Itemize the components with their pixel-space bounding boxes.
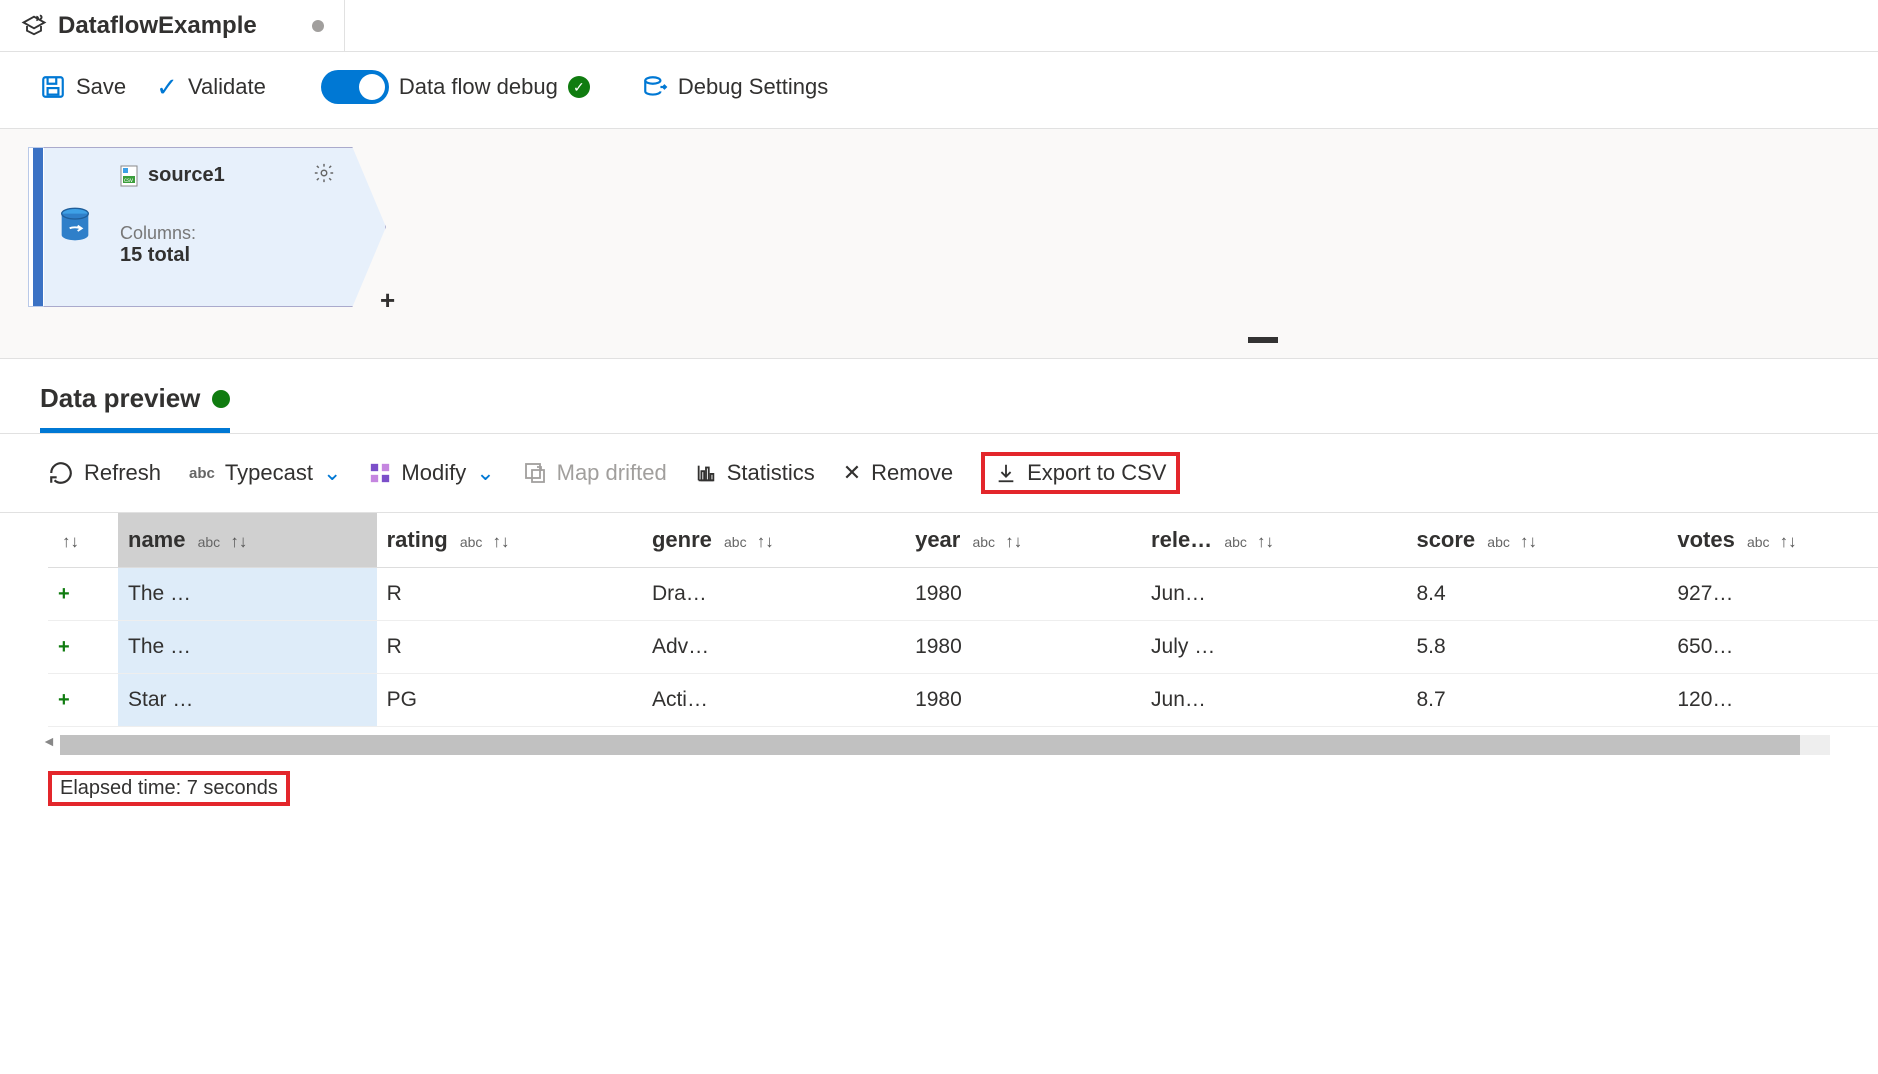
debug-settings-button[interactable]: Debug Settings (642, 74, 828, 100)
modify-icon (369, 462, 391, 484)
resize-handle[interactable] (1248, 337, 1278, 343)
page-title: DataflowExample (58, 12, 257, 40)
cell-year: 1980 (905, 674, 1141, 727)
modify-label: Modify (401, 460, 466, 486)
refresh-icon (48, 460, 74, 486)
cell-genre: Adv… (642, 621, 905, 674)
cell-score: 8.4 (1406, 568, 1667, 621)
source-node[interactable]: csv source1 Columns: 15 total (28, 147, 1850, 307)
breadcrumb-rest (344, 0, 1858, 51)
refresh-button[interactable]: Refresh (48, 460, 161, 486)
database-icon (59, 207, 91, 247)
export-csv-label: Export to CSV (1027, 460, 1166, 486)
gear-icon[interactable] (313, 162, 335, 184)
debug-settings-label: Debug Settings (678, 74, 828, 100)
modify-button[interactable]: Modify ⌄ (369, 460, 494, 486)
table-row[interactable]: + The …RDra…1980Jun…8.4927… (48, 568, 1878, 621)
cell-rating: R (377, 568, 642, 621)
preview-table: ↑↓ name abc ↑↓ rating abc ↑↓ genre abc ↑… (48, 513, 1878, 727)
checkmark-icon: ✓ (156, 72, 178, 103)
table-row[interactable]: + Star …PGActi…1980Jun…8.7120… (48, 674, 1878, 727)
column-header[interactable]: rating abc ↑↓ (377, 513, 642, 568)
statistics-button[interactable]: Statistics (695, 460, 815, 486)
tab-label: Data preview (40, 383, 200, 414)
cell-name: Star … (118, 674, 377, 727)
cell-year: 1980 (905, 568, 1141, 621)
column-header[interactable]: score abc ↑↓ (1406, 513, 1667, 568)
cell-release: Jun… (1141, 674, 1406, 727)
export-csv-button[interactable]: Export to CSV (981, 452, 1180, 494)
remove-icon: ✕ (843, 460, 861, 486)
csv-file-icon: csv (120, 165, 140, 187)
title-bar: DataflowExample (0, 0, 1878, 52)
debug-toggle-group: Data flow debug ✓ (296, 70, 590, 104)
cell-votes: 120… (1667, 674, 1878, 727)
status-green-icon (212, 390, 230, 408)
refresh-label: Refresh (84, 460, 161, 486)
status-ok-icon: ✓ (568, 76, 590, 98)
dataflow-icon (20, 12, 48, 40)
cell-votes: 650… (1667, 621, 1878, 674)
main-toolbar: Save ✓ Validate Data flow debug ✓ Debug … (0, 52, 1878, 129)
column-header[interactable]: rele… abc ↑↓ (1141, 513, 1406, 568)
expand-row-icon[interactable]: + (58, 689, 70, 711)
add-node-button[interactable]: + (380, 285, 395, 316)
debug-toggle[interactable] (321, 70, 389, 104)
row-sort-header[interactable]: ↑↓ (48, 513, 118, 568)
cell-genre: Acti… (642, 674, 905, 727)
column-header[interactable]: genre abc ↑↓ (642, 513, 905, 568)
statistics-icon (695, 462, 717, 484)
column-header[interactable]: name abc ↑↓ (118, 513, 377, 568)
statistics-label: Statistics (727, 460, 815, 486)
node-title: source1 (148, 164, 225, 187)
debug-label: Data flow debug (399, 74, 558, 100)
cell-score: 5.8 (1406, 621, 1667, 674)
cell-genre: Dra… (642, 568, 905, 621)
cell-rating: PG (377, 674, 642, 727)
unsaved-indicator-icon (312, 20, 324, 32)
remove-label: Remove (871, 460, 953, 486)
expand-row-icon[interactable]: + (58, 636, 70, 658)
abc-icon: abc (189, 465, 215, 482)
settings-export-icon (642, 74, 668, 100)
cell-name: The … (118, 621, 377, 674)
tab-data-preview[interactable]: Data preview (40, 383, 230, 433)
chevron-down-icon: ⌄ (323, 460, 341, 486)
map-drifted-label: Map drifted (557, 460, 667, 486)
typecast-button[interactable]: abc Typecast ⌄ (189, 460, 341, 486)
table-header-row: ↑↓ name abc ↑↓ rating abc ↑↓ genre abc ↑… (48, 513, 1878, 568)
expand-row-icon[interactable]: + (58, 583, 70, 605)
dataflow-canvas[interactable]: csv source1 Columns: 15 total + (0, 129, 1878, 359)
column-header[interactable]: year abc ↑↓ (905, 513, 1141, 568)
cell-score: 8.7 (1406, 674, 1667, 727)
typecast-label: Typecast (225, 460, 313, 486)
save-button[interactable]: Save (40, 74, 126, 100)
chevron-down-icon: ⌄ (476, 460, 494, 486)
save-icon (40, 74, 66, 100)
remove-button[interactable]: ✕ Remove (843, 460, 953, 486)
column-header[interactable]: votes abc ↑↓ (1667, 513, 1878, 568)
cell-name: The … (118, 568, 377, 621)
preview-tabbar: Data preview (0, 359, 1878, 434)
download-icon (995, 462, 1017, 484)
node-columns-value: 15 total (120, 244, 367, 267)
svg-text:csv: csv (124, 178, 133, 184)
validate-label: Validate (188, 74, 266, 100)
map-drifted-icon (523, 461, 547, 485)
save-label: Save (76, 74, 126, 100)
cell-votes: 927… (1667, 568, 1878, 621)
cell-release: July … (1141, 621, 1406, 674)
map-drifted-button: Map drifted (523, 460, 667, 486)
cell-release: Jun… (1141, 568, 1406, 621)
horizontal-scrollbar[interactable] (60, 735, 1830, 755)
cell-year: 1980 (905, 621, 1141, 674)
validate-button[interactable]: ✓ Validate (156, 72, 266, 103)
cell-rating: R (377, 621, 642, 674)
preview-toolbar: Refresh abc Typecast ⌄ Modify ⌄ Map drif… (0, 434, 1878, 513)
node-columns-label: Columns: (120, 223, 367, 244)
elapsed-time: Elapsed time: 7 seconds (48, 771, 290, 806)
table-row[interactable]: + The …RAdv…1980July …5.8650… (48, 621, 1878, 674)
